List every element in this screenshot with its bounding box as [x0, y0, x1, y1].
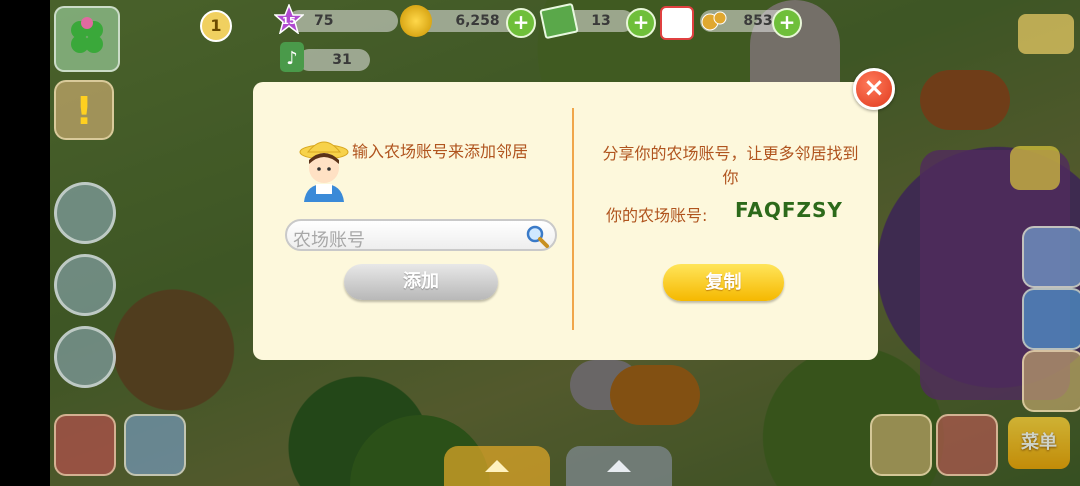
expand-tab-left[interactable] — [444, 446, 550, 486]
account-value: FAQFZSY — [735, 198, 843, 222]
dialog-divider — [572, 108, 574, 330]
add-button[interactable]: 添加 — [344, 264, 498, 300]
expand-tab-right[interactable] — [566, 446, 672, 486]
lock-icon[interactable] — [1010, 146, 1060, 190]
svg-text:!: ! — [75, 89, 92, 133]
menu-button[interactable]: 菜单 — [1008, 417, 1070, 469]
coin-icon — [400, 5, 432, 37]
add-parts-button[interactable]: + — [772, 8, 802, 38]
chat-icon[interactable] — [124, 414, 186, 476]
parts-value: 853 — [743, 13, 773, 29]
share-instruction: 分享你的农场账号，让更多邻居找到你 — [602, 144, 859, 187]
svg-text:♪: ♪ — [286, 48, 298, 69]
barn-icon[interactable] — [54, 414, 116, 476]
magnifier-icon[interactable] — [525, 224, 549, 248]
account-label: 你的农场账号: — [606, 206, 708, 225]
handshake-icon[interactable] — [1022, 350, 1080, 412]
bakery-icon[interactable] — [54, 254, 116, 316]
hammer-icon[interactable] — [870, 414, 932, 476]
xp-value: 75 — [314, 13, 334, 29]
farm-account-input[interactable]: 农场账号 — [285, 219, 557, 251]
farmer-avatar-icon — [296, 138, 352, 202]
star-level-icon: 15 — [273, 2, 305, 35]
close-icon[interactable]: × — [853, 68, 895, 110]
gear-parts-icon — [698, 6, 728, 36]
mail-envelope-icon[interactable] — [1018, 14, 1074, 54]
hint-exclaim-icon[interactable]: ! — [54, 80, 114, 140]
coins-value: 6,258 — [455, 13, 500, 29]
gift-icon[interactable] — [1022, 226, 1080, 288]
food-plate-icon[interactable] — [54, 326, 116, 388]
clover-icon[interactable] — [54, 6, 120, 72]
notes-bar: 31 — [298, 49, 370, 71]
search-placeholder: 农场账号 — [293, 230, 365, 251]
event-wheel-icon[interactable] — [54, 182, 116, 244]
copy-button[interactable]: 复制 — [663, 264, 784, 301]
mailbox-icon[interactable] — [660, 6, 694, 40]
add-neighbor-instruction: 输入农场账号来添加邻居 — [352, 142, 529, 161]
shop-icon[interactable] — [936, 414, 998, 476]
music-note-icon[interactable]: ♪ — [276, 40, 306, 74]
notes-value: 31 — [332, 52, 352, 68]
add-cash-button[interactable]: + — [626, 8, 656, 38]
xp-bar: 75 — [288, 10, 398, 32]
cash-value: 13 — [591, 13, 611, 29]
add-coins-button[interactable]: + — [506, 8, 536, 38]
timer-badge[interactable]: 1 — [200, 10, 232, 42]
settings-icon[interactable] — [1022, 288, 1080, 350]
level-value: 15 — [282, 16, 296, 27]
